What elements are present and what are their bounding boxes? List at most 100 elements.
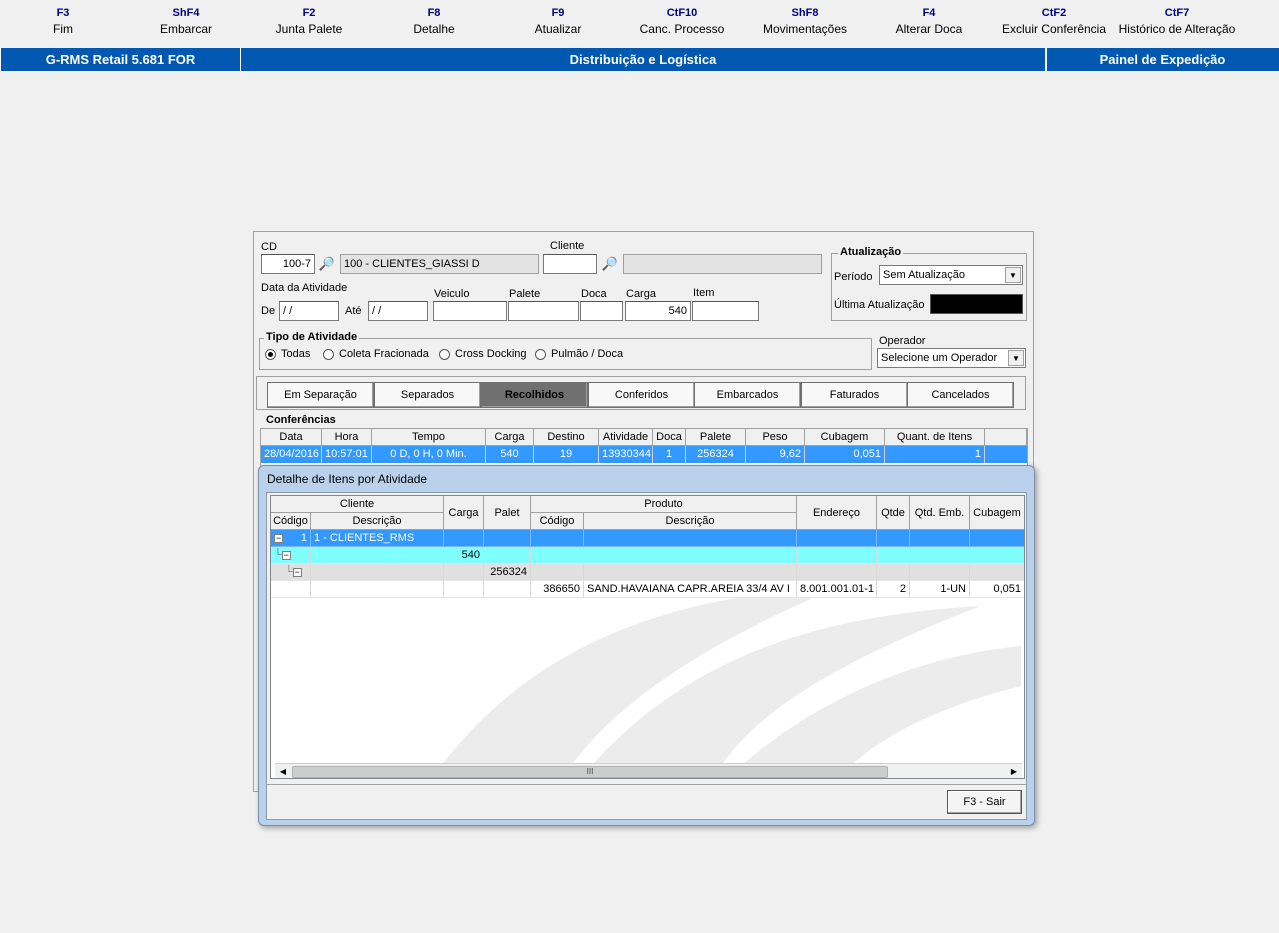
col-header-qtde[interactable]: Qtde [877,496,910,530]
col-header[interactable]: Tempo [372,429,486,446]
col-header-carga[interactable]: Carga [444,496,484,530]
de-date-input[interactable]: / / [279,301,339,321]
horizontal-scrollbar[interactable]: ◀ III ▶ [275,763,1022,778]
cell-empty [484,530,531,547]
periodo-value: Sem Atualização [883,269,965,281]
fkey-detalhe[interactable]: F8 Detalhe [374,6,494,38]
fkey-canc-processo[interactable]: CtF10 Canc. Processo [622,6,742,38]
tab-recolhidos[interactable]: Recolhidos [481,382,588,408]
fkey-alterar-doca[interactable]: F4 Alterar Doca [869,6,989,38]
tipo-atividade-title: Tipo de Atividade [264,331,360,343]
fkey-fim[interactable]: F3 Fim [3,6,123,38]
item-input[interactable] [692,301,759,321]
cell-empty [311,564,444,581]
cell-doca: 1 [653,446,686,463]
col-header-descricao[interactable]: Descrição [311,513,444,530]
col-header[interactable]: Cubagem [805,429,885,446]
periodo-select[interactable]: Sem Atualização ▼ [879,265,1023,285]
cell-empty [531,547,584,564]
radio-label: Todas [281,348,311,360]
fkey-historico-alteracao[interactable]: CtF7 Histórico de Alteração [1117,6,1237,38]
radio-dot [535,348,546,360]
col-header[interactable]: Atividade [599,429,653,446]
cell-tempo: 0 D, 0 H, 0 Min. [372,446,486,463]
scroll-left-icon[interactable]: ◀ [275,764,291,778]
cd-input[interactable]: 100-7 [261,254,315,274]
radio-coleta-fracionada[interactable]: Coleta Fracionada [323,348,429,360]
collapse-icon[interactable]: − [274,533,283,543]
ultima-atualizacao-label: Última Atualização [834,299,925,311]
collapse-icon[interactable]: − [292,567,302,577]
dialog-footer: F3 - Sair [267,784,1026,819]
radio-todas[interactable]: Todas [265,348,310,360]
col-header[interactable]: Quant. de Itens [885,429,985,446]
cell-empty [271,581,311,598]
ate-date-input[interactable]: / / [368,301,428,321]
cell-empty [910,564,970,581]
operador-label: Operador [879,335,926,347]
periodo-label: Período [834,271,873,283]
radio-dot [323,348,334,360]
scroll-right-icon[interactable]: ▶ [1006,764,1022,778]
tab-separados[interactable]: Separados [374,382,481,408]
col-header-cubagem[interactable]: Cubagem [970,496,1024,530]
cd-description: 100 - CLIENTES_GIASSI D [340,254,539,274]
cell-empty [910,547,970,564]
cell-palet: 256324 [484,564,531,581]
col-header[interactable]: Destino [534,429,599,446]
fkey-junta-palete[interactable]: F2 Junta Palete [249,6,369,38]
fkey-movimentacoes[interactable]: ShF8 Movimentações [745,6,865,38]
cliente-input[interactable] [543,254,597,274]
cell-carga: 540 [486,446,534,463]
cell-empty [877,547,910,564]
fkey-code: F8 [427,7,441,19]
fkey-embarcar[interactable]: ShF4 Embarcar [126,6,246,38]
palete-input[interactable] [508,301,579,321]
col-header[interactable]: Palete [686,429,746,446]
radio-pulmao-doca[interactable]: Pulmão / Doca [535,348,623,360]
cliente-search-icon[interactable]: 🔎 [601,255,619,273]
tree-row-palet[interactable]: └ − 256324 [271,564,1024,581]
dialog-body: Cliente Código Descrição Carga Palet Pro… [266,492,1027,820]
carga-input[interactable]: 540 [625,301,691,321]
col-header-qtd-emb[interactable]: Qtd. Emb. [910,496,970,530]
col-header[interactable]: Carga [486,429,534,446]
tree-row-item[interactable]: 386650 SAND.HAVAIANA CAPR.AREIA 33/4 AV … [271,581,1024,598]
col-header[interactable]: Hora [322,429,372,446]
group-header-produto: Produto [531,496,797,513]
tree-row-carga[interactable]: └ − 540 [271,547,1024,564]
operador-select[interactable]: Selecione um Operador ▼ [877,348,1026,368]
col-header[interactable]: Doca [653,429,686,446]
cd-search-icon[interactable]: 🔎 [318,255,336,273]
fkey-code: CtF7 [1164,7,1190,19]
sair-button[interactable]: F3 - Sair [947,790,1022,814]
tab-em-separacao[interactable]: Em Separação [267,382,374,408]
col-header[interactable]: Peso [746,429,805,446]
veiculo-input[interactable] [433,301,507,321]
fkey-label: Canc. Processo [639,22,725,36]
tab-cancelados[interactable]: Cancelados [907,382,1014,408]
col-header-palet[interactable]: Palet [484,496,531,530]
tree-row-cliente[interactable]: − 1 1 - CLIENTES_RMS [271,530,1024,547]
tab-conferidos[interactable]: Conferidos [588,382,695,408]
scroll-thumb[interactable]: III [292,766,888,778]
fkey-label: Histórico de Alteração [1118,22,1236,36]
fkey-excluir-conferencia[interactable]: CtF2 Excluir Conferência [994,6,1114,38]
cell-qtde: 2 [877,581,910,598]
col-header[interactable]: Data [261,429,322,446]
col-header-prod-descricao[interactable]: Descrição [584,513,797,530]
cell-empty [584,530,797,547]
tab-faturados[interactable]: Faturados [801,382,908,408]
tab-embarcados[interactable]: Embarcados [694,382,801,408]
col-header-prod-codigo[interactable]: Código [531,513,584,530]
cell-empty [970,564,1024,581]
cell-empty [311,581,444,598]
col-header-endereco[interactable]: Endereço [797,496,877,530]
col-header-codigo[interactable]: Código [271,513,311,530]
radio-cross-docking[interactable]: Cross Docking [439,348,527,360]
doca-input[interactable] [580,301,623,321]
table-row[interactable]: 28/04/2016 10:57:01 0 D, 0 H, 0 Min. 540… [261,446,1027,463]
fkey-atualizar[interactable]: F9 Atualizar [498,6,618,38]
collapse-icon[interactable]: − [281,550,291,560]
fkey-code: F3 [56,7,70,19]
